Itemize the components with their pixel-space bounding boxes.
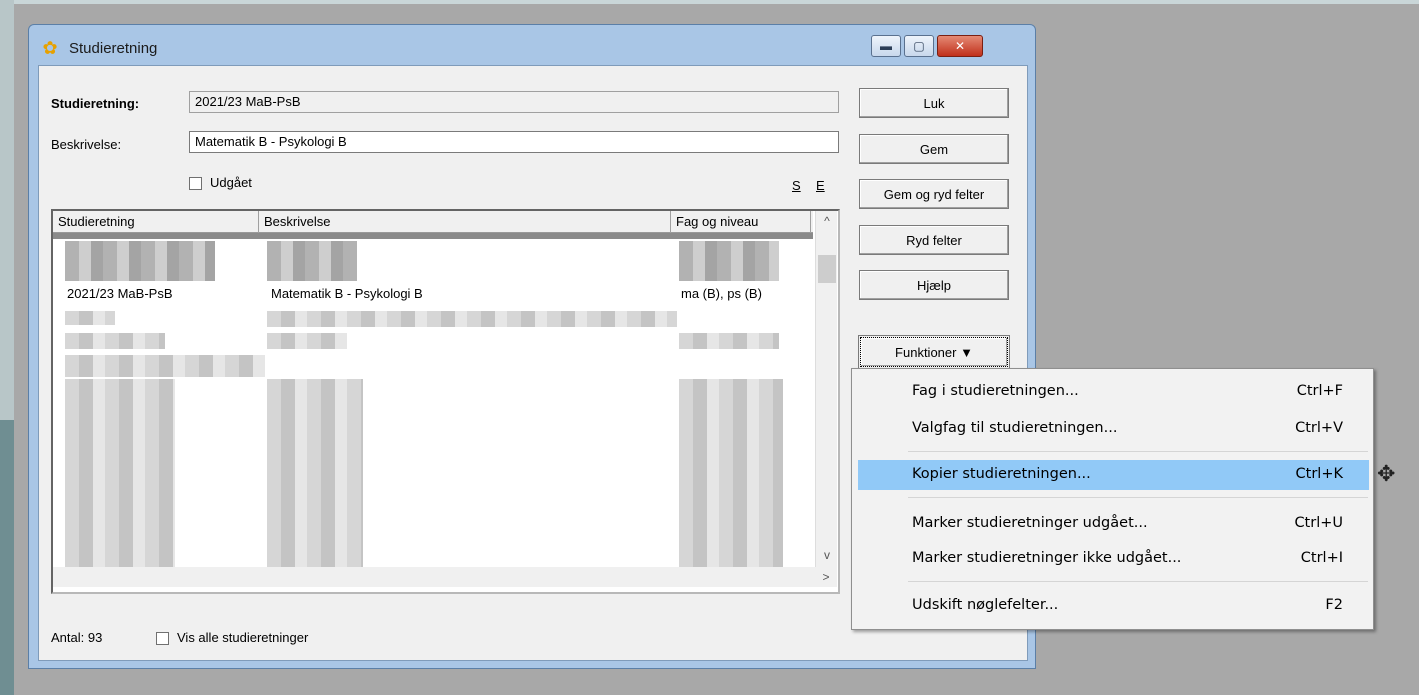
scroll-down-arrow[interactable]: v [816, 545, 838, 565]
studieretning-label: Studieretning: [51, 96, 140, 111]
ryd-felter-button[interactable]: Ryd felter [859, 225, 1009, 255]
blurred-cell [65, 333, 165, 349]
column-header-studieretning[interactable]: Studieretning [53, 211, 259, 233]
menu-item-shortcut: Ctrl+K [1295, 466, 1343, 482]
row-beskrivelse: Matematik B - Psykologi B [271, 286, 423, 301]
blurred-cell [267, 379, 363, 569]
row-studieretning: 2021/23 MaB-PsB [67, 286, 173, 301]
s-button[interactable]: S [792, 178, 801, 193]
grid-header: Studieretning Beskrivelse Fag og niveau [53, 211, 813, 233]
gem-og-ryd-felter-button[interactable]: Gem og ryd felter [859, 179, 1009, 209]
menu-separator [908, 451, 1368, 452]
scroll-thumb[interactable] [818, 255, 836, 283]
beskrivelse-field[interactable]: Matematik B - Psykologi B [189, 131, 839, 153]
blurred-cell [65, 311, 115, 325]
blurred-cell [679, 379, 783, 569]
blurred-cell [267, 333, 347, 349]
funktioner-button[interactable]: Funktioner ▼ [858, 335, 1010, 369]
column-header-beskrivelse[interactable]: Beskrivelse [259, 211, 671, 233]
menu-item-label: Marker studieretninger ikke udgået... [912, 550, 1182, 566]
title-bar[interactable]: ✿ Studieretning ▬ ▢ ✕ [29, 25, 1035, 65]
menu-item-kopier-studieretningen[interactable]: Kopier studieretningen... Ctrl+K [858, 460, 1369, 490]
studieretning-field[interactable]: 2021/23 MaB-PsB [189, 91, 839, 113]
menu-item-shortcut: Ctrl+F [1296, 383, 1343, 399]
menu-item-valgfag[interactable]: Valgfag til studieretningen... Ctrl+V [858, 414, 1369, 444]
flower-app-icon: ✿ [42, 37, 58, 58]
scroll-right-arrow[interactable]: > [815, 567, 837, 587]
menu-separator [908, 497, 1368, 498]
funktioner-menu: Fag i studieretningen... Ctrl+F Valgfag … [851, 368, 1374, 630]
blurred-cell [679, 241, 779, 281]
udgaaet-checkbox[interactable] [189, 177, 202, 190]
minimize-button[interactable]: ▬ [871, 35, 901, 57]
menu-item-shortcut: Ctrl+U [1294, 515, 1343, 531]
column-header-fag[interactable]: Fag og niveau [671, 211, 811, 233]
menu-item-shortcut: Ctrl+V [1295, 420, 1343, 436]
menu-separator [908, 581, 1368, 582]
gem-button[interactable]: Gem [859, 134, 1009, 164]
menu-item-label: Fag i studieretningen... [912, 383, 1079, 399]
blurred-cell [65, 379, 175, 569]
blurred-cell [65, 355, 265, 377]
vis-alle-checkbox[interactable] [156, 632, 169, 645]
blurred-cell [679, 333, 779, 349]
window-title: Studieretning [69, 40, 158, 57]
close-button[interactable]: ✕ [937, 35, 983, 57]
menu-item-fag-i-studieretningen[interactable]: Fag i studieretningen... Ctrl+F [858, 377, 1369, 407]
e-button[interactable]: E [816, 178, 825, 193]
udgaaet-label: Udgået [210, 175, 252, 190]
menu-item-udskift-noeglefelter[interactable]: Udskift nøglefelter... F2 [858, 591, 1369, 621]
antal-label: Antal: 93 [51, 630, 103, 645]
row-fag: ma (B), ps (B) [681, 286, 762, 301]
menu-item-label: Marker studieretninger udgået... [912, 515, 1148, 531]
studieretning-grid: Studieretning Beskrivelse Fag og niveau … [51, 209, 840, 594]
beskrivelse-label: Beskrivelse: [51, 137, 122, 152]
vis-alle-label: Vis alle studieretninger [177, 630, 309, 645]
desktop-strip-top [0, 0, 1419, 4]
hjaelp-button[interactable]: Hjælp [859, 270, 1009, 300]
horizontal-scrollbar[interactable]: > [53, 567, 837, 587]
menu-item-label: Valgfag til studieretningen... [912, 420, 1118, 436]
menu-item-marker-udgaaet[interactable]: Marker studieretninger udgået... Ctrl+U [858, 509, 1369, 539]
menu-item-label: Kopier studieretningen... [912, 466, 1091, 482]
grid-selection-bar [53, 233, 813, 239]
menu-item-shortcut: Ctrl+I [1300, 550, 1343, 566]
scroll-up-arrow[interactable]: ^ [816, 211, 838, 231]
vertical-scrollbar[interactable]: ^ v [815, 211, 837, 567]
luk-button[interactable]: Luk [859, 88, 1009, 118]
maximize-button[interactable]: ▢ [904, 35, 934, 57]
menu-item-label: Udskift nøglefelter... [912, 597, 1059, 613]
table-row[interactable]: 2021/23 MaB-PsB Matematik B - Psykologi … [53, 283, 813, 307]
menu-item-shortcut: F2 [1325, 597, 1343, 613]
blurred-cell [267, 241, 357, 281]
blurred-cell [65, 241, 215, 281]
move-cursor-icon: ✥ [1377, 461, 1396, 486]
blurred-cell [267, 311, 677, 327]
menu-item-marker-ikke-udgaaet[interactable]: Marker studieretninger ikke udgået... Ct… [858, 544, 1369, 574]
desktop-strip-left-dark [0, 420, 14, 695]
